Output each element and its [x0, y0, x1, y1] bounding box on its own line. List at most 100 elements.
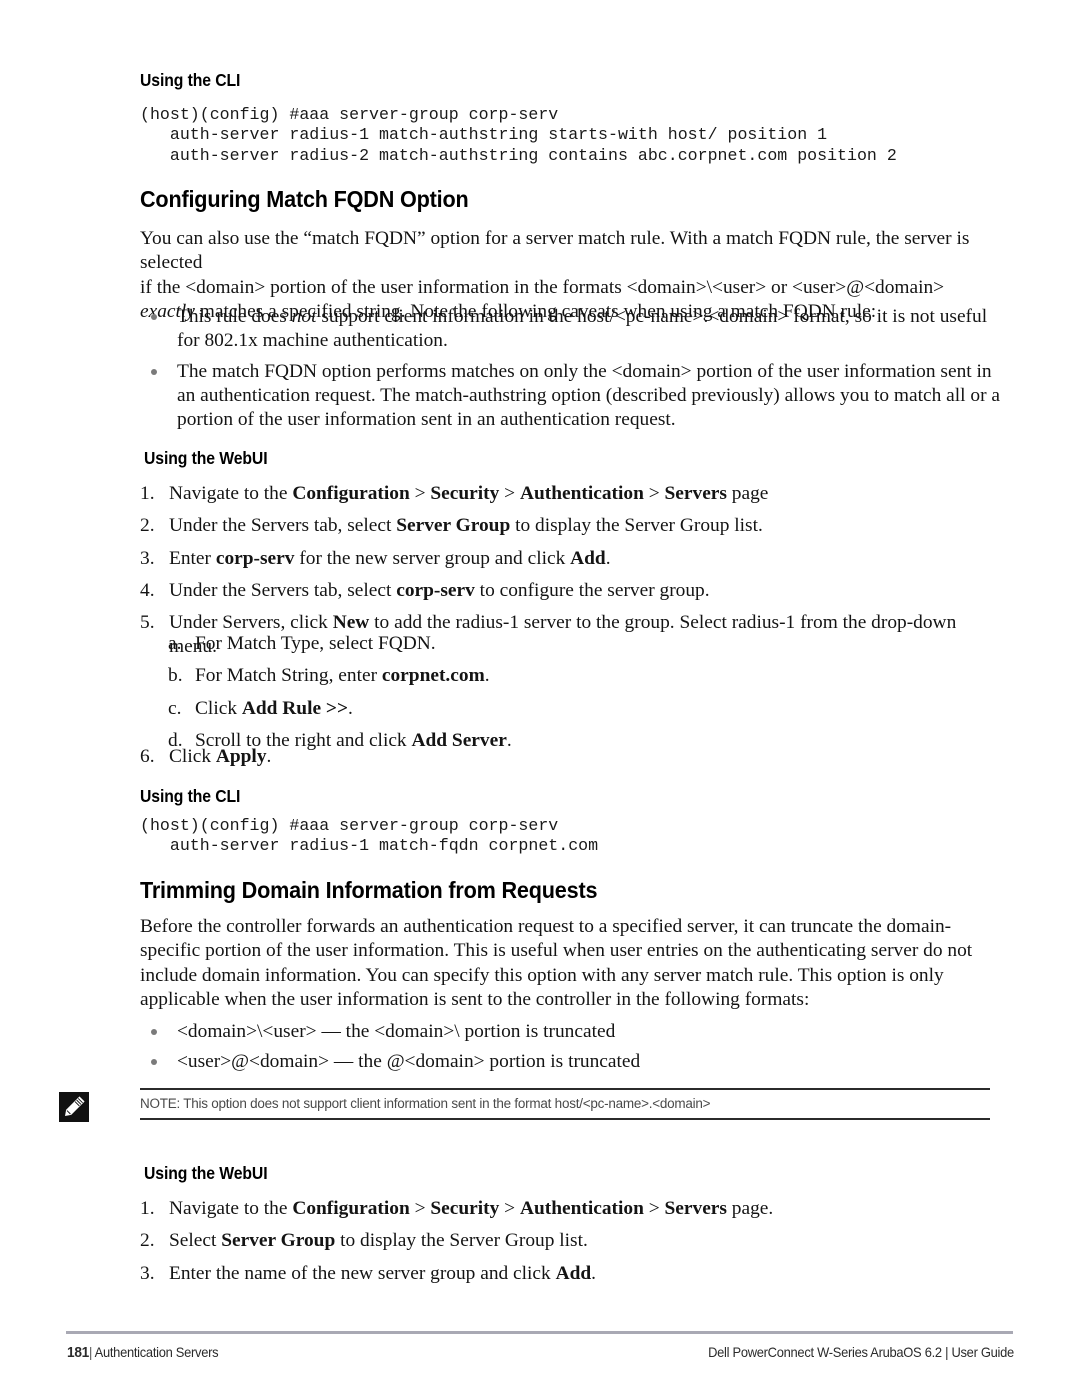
step-text: Under the Servers tab, select [169, 515, 397, 537]
footer-chapter-title: Authentication Servers [94, 1345, 219, 1360]
list-marker: 1. [140, 483, 155, 504]
step-text: Navigate to the [169, 483, 293, 504]
step-text: . [266, 746, 272, 767]
footer-page-number: 181 [67, 1345, 89, 1361]
heading-using-the-cli-2: Using the CLI [140, 786, 241, 806]
list-marker: 2. [140, 515, 155, 537]
list-item: 3. Enter corp-serv for the new server gro… [140, 547, 1006, 571]
step-text-strong: corpnet.com [381, 665, 485, 687]
webui-1-final-step: 6. Click Apply. [140, 745, 1006, 777]
step-text: . [348, 697, 353, 719]
list-marker: b. [168, 665, 183, 687]
list-item: 2. Under the Servers tab, select Server G… [140, 514, 1006, 538]
step-text: . [430, 633, 436, 654]
bullet-text-pre: The match FQDN option performs matches o… [177, 360, 1000, 431]
list-marker: 6. [140, 746, 155, 767]
note-body: NOTE: This option does not support clien… [140, 1088, 990, 1120]
fqdn-intro-line-1: You can also use the “match FQDN” option… [140, 228, 970, 274]
step-text-strong: Configuration [292, 1198, 410, 1219]
cli-code-1: (host)(config) #aaa server-group corp-se… [140, 105, 897, 165]
bullet-text: <user>@<domain> — the @<domain> portion … [177, 1051, 641, 1073]
step-text: to configure the server group. [474, 579, 710, 601]
step-text-strong: Authentication [519, 1198, 644, 1219]
list-marker: 5. [140, 612, 155, 634]
list-marker: 4. [140, 579, 155, 601]
section-cli-2: Using the CLI [140, 786, 1020, 806]
list-item: a. For Match Type, select FQDN. [168, 632, 1008, 656]
step-text: for the new server group and click [294, 547, 571, 569]
step-text: > [499, 1198, 520, 1219]
step-text: to display the Server Group list. [335, 1230, 588, 1252]
step-text: > [409, 483, 431, 504]
trimming-intro-text: Before the controller forwards an authen… [140, 916, 973, 1010]
step-text: . [484, 665, 490, 687]
step-text-strong: Servers [664, 483, 727, 504]
heading-configuring-match-fqdn-option: Configuring Match FQDN Option [140, 186, 469, 212]
step-text-strong: Add [570, 547, 606, 569]
step-text-strong: Add [555, 1262, 592, 1284]
step-text: Click [169, 746, 216, 767]
list-item: 1. Navigate to the Configuration > Securi… [140, 1197, 1006, 1221]
list-marker: a. [168, 633, 182, 654]
bullet-dot-icon [151, 1029, 157, 1035]
step-text: page [726, 483, 769, 504]
step-text-strong: corp-serv [215, 547, 295, 569]
section-webui-2: Using the WebUI [144, 1163, 1024, 1183]
step-text: Enter the name of the new server group a… [169, 1262, 556, 1284]
list-item: <domain>\<user> — the <domain>\ portion … [140, 1020, 1006, 1044]
section-cli-1: Using the CLI [140, 70, 1020, 90]
list-item: 3. Enter the name of the new server group… [140, 1262, 1006, 1286]
bullet-dot-icon [151, 1059, 157, 1066]
step-text: Select [169, 1230, 222, 1252]
step-text: FQDN [378, 633, 431, 654]
step-text: > [643, 483, 665, 504]
step-text: > [409, 1198, 431, 1219]
footer-separator [66, 1331, 1013, 1334]
paragraph-trimming-intro: Before the controller forwards an authen… [140, 915, 1002, 1012]
list-item: 1. Navigate to the Configuration > Securi… [140, 482, 1006, 506]
code-block-1: (host)(config) #aaa server-group corp-se… [140, 105, 1020, 166]
step-text-strong: Server Group [221, 1230, 336, 1252]
step-text: > [499, 483, 520, 504]
step-text-strong: corp-serv [396, 579, 475, 601]
list-item: b. For Match String, enter corpnet.com. [168, 664, 1008, 688]
section-webui-1: Using the WebUI [144, 448, 1024, 468]
list-marker: 3. [140, 547, 155, 569]
step-text-strong: Add Rule >> [241, 697, 349, 719]
step-text-strong: Security [430, 483, 500, 504]
list-item: 6. Click Apply. [140, 745, 1006, 769]
list-marker: c. [168, 697, 182, 719]
section-trimming: Trimming Domain Information from Request… [140, 877, 1020, 904]
footer-right: Dell PowerConnect W-Series ArubaOS 6.2 |… [708, 1345, 1014, 1360]
footer-product-title: Dell PowerConnect W-Series ArubaOS 6.2 |… [708, 1345, 1014, 1360]
section-fqdn: Configuring Match FQDN Option [140, 186, 1020, 213]
list-marker: 2. [140, 1230, 155, 1252]
step-text: For Match String, enter [195, 665, 382, 687]
list-item: 2. Select Server Group to display the Ser… [140, 1229, 1006, 1253]
step-text-strong: Apply [215, 746, 267, 767]
document-page: Using the CLI (host)(config) #aaa server… [0, 0, 1080, 1397]
step-text: . [605, 547, 611, 569]
webui-1-substeps: a. For Match Type, select FQDN. b. For Matc… [168, 632, 1008, 761]
bullet-dot-icon [151, 368, 157, 375]
list-marker: 1. [140, 1198, 155, 1219]
heading-using-the-webui-2: Using the WebUI [144, 1163, 268, 1183]
fqdn-caveat-list: This rule does not support client inform… [140, 305, 1006, 438]
step-text-strong: Servers [664, 1198, 727, 1219]
bullet-text-pre: This rule does [177, 306, 292, 327]
heading-trimming-domain-information: Trimming Domain Information from Request… [140, 877, 598, 903]
trimming-format-list: <domain>\<user> — the <domain>\ portion … [140, 1020, 1006, 1081]
step-text: . [591, 1262, 597, 1284]
heading-using-the-webui-1: Using the WebUI [144, 448, 268, 468]
step-text: Click [195, 697, 242, 719]
step-text: Enter [169, 547, 216, 569]
code-block-2: (host)(config) #aaa server-group corp-se… [140, 816, 1020, 857]
step-text-strong: Configuration [292, 483, 410, 504]
list-item: 4. Under the Servers tab, select corp-ser… [140, 579, 1006, 603]
note-text: NOTE: This option does not support clien… [140, 1096, 711, 1112]
bullet-text-emphasis: not [291, 306, 317, 327]
step-text-strong: New [332, 612, 370, 634]
list-item: This rule does not support client inform… [140, 305, 1006, 354]
list-item: <user>@<domain> — the @<domain> portion … [140, 1050, 1006, 1074]
step-text: For Match Type, select [195, 633, 378, 654]
